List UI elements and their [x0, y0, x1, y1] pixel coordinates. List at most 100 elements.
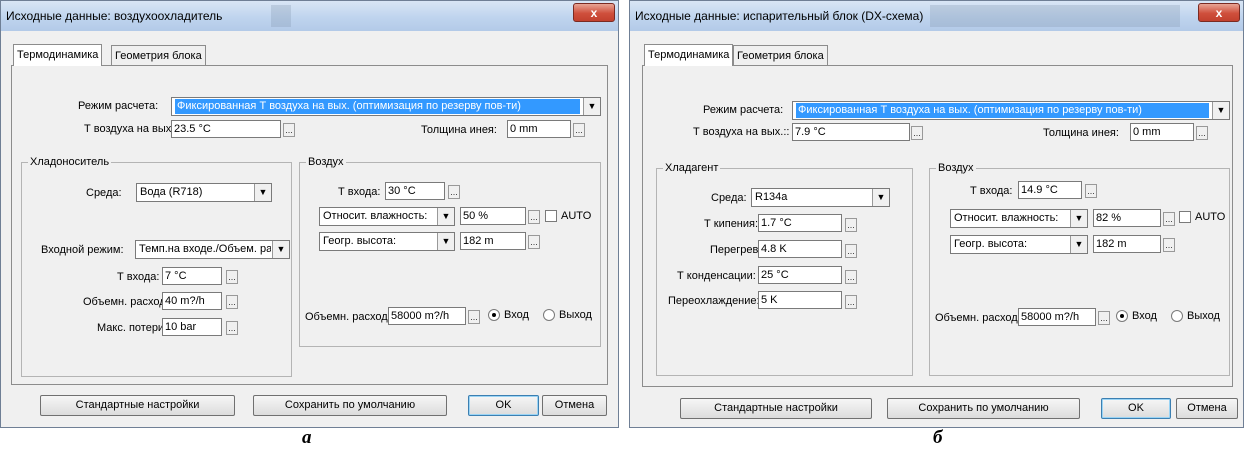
tab-geometry[interactable]: Геометрия блока: [733, 45, 828, 65]
radio-inlet[interactable]: [488, 309, 500, 321]
dialog-evaporator: Исходные данные: испарительный блок (DX-…: [629, 0, 1244, 428]
radio-outlet[interactable]: [1171, 310, 1183, 322]
ok-button[interactable]: OK: [468, 395, 539, 416]
ellipsis-icon[interactable]: ...: [911, 126, 923, 140]
title-bar-reflection: [930, 5, 1180, 27]
chevron-down-icon[interactable]: ▼: [583, 98, 600, 115]
close-icon[interactable]: x: [1198, 3, 1240, 22]
ellipsis-icon[interactable]: ...: [1098, 311, 1110, 325]
save-default-button[interactable]: Сохранить по умолчанию: [887, 398, 1080, 419]
ellipsis-icon[interactable]: ...: [1196, 126, 1208, 140]
title-bar[interactable]: Исходные данные: испарительный блок (DX-…: [630, 1, 1243, 31]
air-group: Воздух Т входа: 30 °C ... Относит. влажн…: [299, 155, 601, 347]
auto-checkbox[interactable]: [545, 210, 557, 222]
superheat-input[interactable]: 4.8 K: [758, 240, 842, 258]
humidity-select[interactable]: Относит. влажность: ▼: [950, 209, 1088, 228]
auto-checkbox[interactable]: [1179, 211, 1191, 223]
chevron-down-icon[interactable]: ▼: [1212, 102, 1229, 119]
t-out-input[interactable]: 7.9 °C: [792, 123, 910, 141]
ellipsis-icon[interactable]: ...: [845, 218, 857, 232]
ellipsis-icon[interactable]: ...: [845, 270, 857, 284]
medium-select[interactable]: R134a ▼: [751, 188, 890, 207]
air-flow-input[interactable]: 58000 m?/h: [1018, 308, 1096, 326]
t-out-input[interactable]: 23.5 °C: [171, 120, 281, 138]
inlet-mode-value: Темп.на входе./Объем. расход: [139, 243, 271, 255]
humidity-input[interactable]: 50 %: [460, 207, 526, 225]
radio-outlet[interactable]: [543, 309, 555, 321]
air-t-in-label: Т входа:: [970, 185, 1013, 197]
flow-input[interactable]: 40 m?/h: [162, 292, 222, 310]
air-flow-input[interactable]: 58000 m?/h: [388, 307, 466, 325]
frost-input[interactable]: 0 mm: [1130, 123, 1194, 141]
humidity-select-value: Относит. влажность:: [954, 212, 1059, 224]
refrigerant-group: Хладагент Среда: R134a ▼ Т кипения: 1.7 …: [656, 161, 913, 376]
chevron-down-icon[interactable]: ▼: [437, 208, 454, 225]
ellipsis-icon[interactable]: ...: [226, 321, 238, 335]
title-bar[interactable]: Исходные данные: воздухоохладитель x: [1, 1, 618, 31]
t-out-label: Т воздуха на вых.::: [693, 126, 790, 138]
tab-page: Режим расчета: Фиксированная Т воздуха н…: [642, 65, 1233, 387]
medium-select[interactable]: Вода (R718) ▼: [136, 183, 272, 202]
air-group: Воздух Т входа: 14.9 °C ... Относит. вла…: [929, 161, 1230, 376]
radio-outlet-label: Выход: [559, 309, 592, 321]
frost-input[interactable]: 0 mm: [507, 120, 571, 138]
ellipsis-icon[interactable]: ...: [448, 185, 460, 199]
altitude-select-value: Геогр. высота:: [323, 235, 397, 247]
air-t-in-input[interactable]: 30 °C: [385, 182, 445, 200]
ellipsis-icon[interactable]: ...: [1163, 212, 1175, 226]
caption-b: б: [933, 427, 943, 448]
dialog-air-cooler: Исходные данные: воздухоохладитель x Тер…: [0, 0, 619, 428]
ellipsis-icon[interactable]: ...: [1163, 238, 1175, 252]
cancel-button[interactable]: Отмена: [542, 395, 607, 416]
mode-select[interactable]: Фиксированная Т воздуха на вых. (оптимиз…: [792, 101, 1230, 120]
ellipsis-icon[interactable]: ...: [845, 295, 857, 309]
humidity-select[interactable]: Относит. влажность: ▼: [319, 207, 455, 226]
ellipsis-icon[interactable]: ...: [283, 123, 295, 137]
radio-inlet[interactable]: [1116, 310, 1128, 322]
chevron-down-icon[interactable]: ▼: [1070, 236, 1087, 253]
tab-thermodynamics[interactable]: Термодинамика: [644, 44, 734, 66]
mode-label: Режим расчета:: [703, 104, 784, 116]
air-group-title: Воздух: [306, 155, 346, 169]
altitude-select[interactable]: Геогр. высота: ▼: [319, 232, 455, 251]
tab-thermodynamics[interactable]: Термодинамика: [13, 44, 103, 66]
cancel-button[interactable]: Отмена: [1176, 398, 1238, 419]
dialog-client: Термодинамика Геометрия блока Режим расч…: [7, 31, 612, 421]
ellipsis-icon[interactable]: ...: [573, 123, 585, 137]
standard-settings-button[interactable]: Стандартные настройки: [40, 395, 235, 416]
altitude-input[interactable]: 182 m: [1093, 235, 1161, 253]
ellipsis-icon[interactable]: ...: [226, 270, 238, 284]
save-default-button[interactable]: Сохранить по умолчанию: [253, 395, 447, 416]
loss-input[interactable]: 10 bar: [162, 318, 222, 336]
air-t-in-input[interactable]: 14.9 °C: [1018, 181, 1082, 199]
humidity-input[interactable]: 82 %: [1093, 209, 1161, 227]
ellipsis-icon[interactable]: ...: [528, 210, 540, 224]
chevron-down-icon[interactable]: ▼: [437, 233, 454, 250]
close-icon[interactable]: x: [573, 3, 615, 22]
air-flow-label: Объемн. расход:: [935, 312, 1021, 324]
tab-geometry[interactable]: Геометрия блока: [111, 45, 206, 65]
t-boil-input[interactable]: 1.7 °C: [758, 214, 842, 232]
medium-value: Вода (R718): [140, 186, 203, 198]
subcool-input[interactable]: 5 K: [758, 291, 842, 309]
ellipsis-icon[interactable]: ...: [528, 235, 540, 249]
t-cond-input[interactable]: 25 °C: [758, 266, 842, 284]
chevron-down-icon[interactable]: ▼: [272, 241, 289, 258]
inlet-mode-select[interactable]: Темп.на входе./Объем. расход ▼: [135, 240, 290, 259]
chevron-down-icon[interactable]: ▼: [872, 189, 889, 206]
altitude-select[interactable]: Геогр. высота: ▼: [950, 235, 1088, 254]
ellipsis-icon[interactable]: ...: [1085, 184, 1097, 198]
ellipsis-icon[interactable]: ...: [468, 310, 480, 324]
ok-button[interactable]: OK: [1101, 398, 1171, 419]
chevron-down-icon[interactable]: ▼: [1070, 210, 1087, 227]
altitude-input[interactable]: 182 m: [460, 232, 526, 250]
ellipsis-icon[interactable]: ...: [845, 244, 857, 258]
t-in-input[interactable]: 7 °C: [162, 267, 222, 285]
ellipsis-icon[interactable]: ...: [226, 295, 238, 309]
standard-settings-button[interactable]: Стандартные настройки: [680, 398, 872, 419]
subcool-label: Переохлаждение:: [668, 295, 760, 307]
medium-label: Среда:: [711, 192, 747, 204]
chevron-down-icon[interactable]: ▼: [254, 184, 271, 201]
frost-label: Толщина инея:: [1043, 127, 1119, 139]
mode-select[interactable]: Фиксированная Т воздуха на вых. (оптимиз…: [171, 97, 601, 116]
